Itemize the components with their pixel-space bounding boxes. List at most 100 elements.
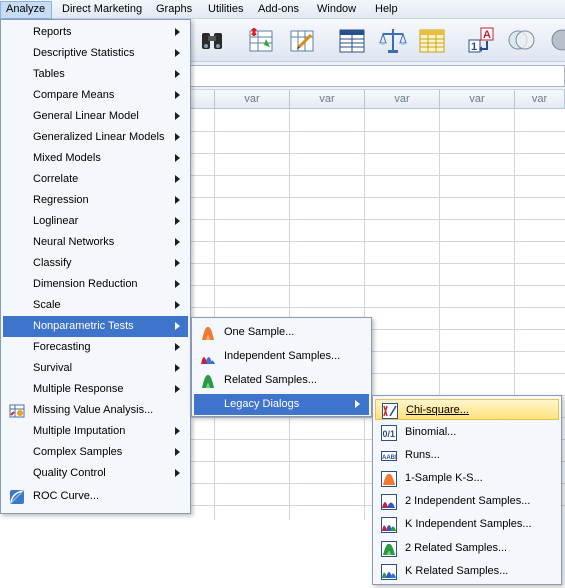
svg-text:A: A [483,29,491,41]
select-cases-icon[interactable] [417,25,447,55]
grid-line [289,109,290,520]
binomial-icon: 0/1 [381,425,397,441]
menu-utilities[interactable]: Utilities [208,3,243,18]
submenu-arrow-icon [175,343,180,351]
submenu-arrow-icon [175,364,180,372]
menu-item-binomial[interactable]: 0/1 Binomial... [375,422,559,443]
submenu-arrow-icon [175,175,180,183]
menu-item-one-sample[interactable]: One Sample... [194,322,369,343]
menu-item-1-sample-k-s[interactable]: 1-Sample K-S... [375,468,559,489]
independent-samples-icon [200,349,216,365]
related-samples-icon [200,373,216,389]
analyze-menu: Reports Descriptive Statistics Tables Co… [0,19,191,514]
menu-help[interactable]: Help [375,3,398,18]
submenu-arrow-icon [175,28,180,36]
column-header-var[interactable]: var [215,90,290,109]
menu-item-neural-networks[interactable]: Neural Networks [3,232,188,253]
menu-analyze[interactable]: Analyze [0,1,52,19]
k-related-samples-icon [381,564,397,580]
menu-direct-marketing[interactable]: Direct Marketing [62,3,142,18]
submenu-arrow-icon [175,448,180,456]
submenu-arrow-icon [175,112,180,120]
svg-text:0/1: 0/1 [383,429,396,439]
menu-item-2-independent-samples[interactable]: 2 Independent Samples... [375,491,559,512]
menu-item-regression[interactable]: Regression [3,190,188,211]
weight-cases-icon[interactable] [378,25,408,55]
menu-item-nonparametric-tests[interactable]: Nonparametric Tests [3,316,188,337]
split-file-icon[interactable] [337,25,367,55]
insert-variable-icon[interactable] [287,25,317,55]
one-sample-ks-icon [381,471,397,487]
submenu-arrow-icon [175,49,180,57]
menu-item-mixed-models[interactable]: Mixed Models [3,148,188,169]
submenu-arrow-icon [175,469,180,477]
menu-item-tables[interactable]: Tables [3,64,188,85]
submenu-arrow-icon [175,238,180,246]
menu-item-2-related-samples[interactable]: 2 Related Samples... [375,538,559,559]
menu-window[interactable]: Window [317,3,356,18]
menu-item-k-independent-samples[interactable]: K Independent Samples... [375,514,559,535]
menu-item-general-linear-model[interactable]: General Linear Model [3,106,188,127]
column-header-var[interactable]: var [440,90,515,109]
value-labels-icon[interactable]: A1 [467,25,497,55]
submenu-arrow-icon [175,427,180,435]
column-header-var[interactable]: var [290,90,365,109]
find-icon[interactable] [197,25,227,55]
submenu-arrow-icon [175,154,180,162]
menu-item-related-samples[interactable]: Related Samples... [194,370,369,391]
menu-item-scale[interactable]: Scale [3,295,188,316]
column-header[interactable] [190,90,215,109]
grid-line [214,109,215,520]
menu-item-roc-curve[interactable]: ROC Curve... [3,486,188,507]
column-header-var[interactable]: var [365,90,440,109]
use-sets-icon[interactable] [506,25,536,55]
submenu-arrow-icon [175,217,180,225]
submenu-arrow-icon [175,322,180,330]
missing-value-icon [9,403,25,419]
menu-item-independent-samples[interactable]: Independent Samples... [194,346,369,367]
insert-cases-icon[interactable] [246,25,276,55]
column-header-var[interactable]: var [515,90,565,109]
submenu-arrow-icon [175,385,180,393]
menu-item-loglinear[interactable]: Loglinear [3,211,188,232]
menu-item-survival[interactable]: Survival [3,358,188,379]
menu-item-multiple-response[interactable]: Multiple Response [3,379,188,400]
grid-line [364,109,365,520]
chi-square-icon [382,403,398,419]
two-related-samples-icon [381,541,397,557]
menu-item-runs[interactable]: AABB Runs... [375,445,559,466]
menu-item-chi-square[interactable]: Chi-square... [375,399,559,420]
submenu-arrow-icon [355,400,360,408]
menu-bar: Analyze Direct Marketing Graphs Utilitie… [0,0,565,19]
submenu-arrow-icon [175,91,180,99]
roc-curve-icon [9,489,25,505]
menu-item-compare-means[interactable]: Compare Means [3,85,188,106]
menu-item-quality-control[interactable]: Quality Control [3,463,188,484]
menu-graphs[interactable]: Graphs [156,3,192,18]
menu-item-k-related-samples[interactable]: K Related Samples... [375,561,559,582]
menu-item-dimension-reduction[interactable]: Dimension Reduction [3,274,188,295]
show-all-icon[interactable] [548,25,565,55]
svg-text:1: 1 [471,41,477,53]
k-independent-samples-icon [381,517,397,533]
menu-item-complex-samples[interactable]: Complex Samples [3,442,188,463]
cell-value-input[interactable] [190,65,565,87]
menu-item-missing-value-analysis[interactable]: Missing Value Analysis... [3,400,188,421]
one-sample-icon [200,325,216,341]
menu-item-legacy-dialogs[interactable]: Legacy Dialogs [194,394,369,415]
runs-icon: AABB [381,448,400,464]
menu-item-correlate[interactable]: Correlate [3,169,188,190]
submenu-arrow-icon [175,280,180,288]
two-independent-samples-icon [381,494,397,510]
submenu-arrow-icon [175,133,180,141]
menu-item-multiple-imputation[interactable]: Multiple Imputation [3,421,188,442]
submenu-arrow-icon [175,70,180,78]
menu-item-generalized-linear-models[interactable]: Generalized Linear Models [3,127,188,148]
menu-item-forecasting[interactable]: Forecasting [3,337,188,358]
menu-item-classify[interactable]: Classify [3,253,188,274]
submenu-arrow-icon [175,259,180,267]
menu-add-ons[interactable]: Add-ons [258,3,299,18]
menu-item-reports[interactable]: Reports [3,22,188,43]
menu-item-descriptive-statistics[interactable]: Descriptive Statistics [3,43,188,64]
nonparametric-tests-submenu: One Sample... Independent Samples... Rel… [191,317,372,417]
